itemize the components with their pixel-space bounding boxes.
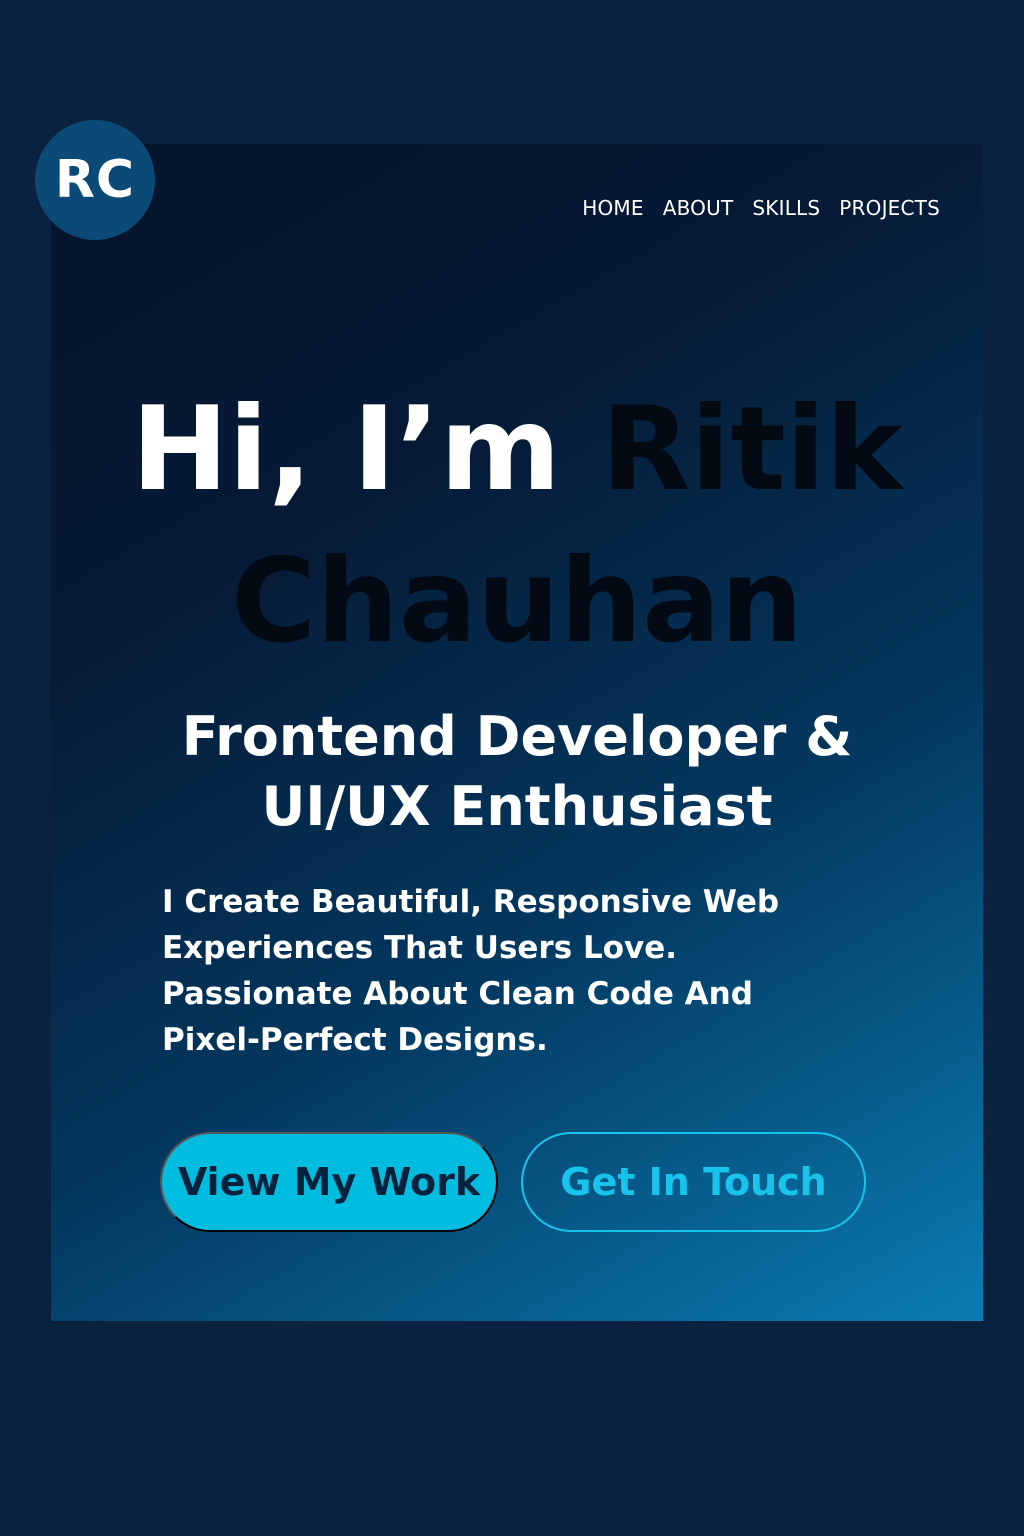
logo-badge[interactable]: RC — [35, 120, 155, 240]
logo-initials: RC — [54, 150, 136, 210]
hero-name-last: Chauhan — [230, 534, 803, 669]
view-my-work-button[interactable]: View My Work — [160, 1132, 498, 1232]
get-in-touch-label: Get In Touch — [560, 1160, 827, 1204]
view-my-work-label: View My Work — [177, 1160, 481, 1204]
nav-item-skills[interactable]: SKILLS — [752, 196, 820, 220]
get-in-touch-button[interactable]: Get In Touch — [521, 1132, 866, 1232]
nav-item-projects[interactable]: PROJECTS — [839, 196, 940, 220]
hero-greeting: Hi, I’m — [131, 382, 561, 517]
hero-subtitle: Frontend Developer & UI/UX Enthusiast — [51, 702, 983, 842]
hero-subtitle-line1: Frontend Developer & — [181, 705, 853, 768]
hero-name-first: Ritik — [601, 382, 903, 517]
hero-headline: Hi, I’m Ritik Chauhan — [51, 374, 983, 678]
main-nav: HOME ABOUT SKILLS PROJECTS — [582, 196, 940, 220]
hero-description: I Create Beautiful, Responsive Web Exper… — [162, 884, 780, 1058]
nav-item-about[interactable]: ABOUT — [663, 196, 734, 220]
hero-subtitle-line2: UI/UX Enthusiast — [261, 775, 773, 838]
nav-item-home[interactable]: HOME — [582, 196, 643, 220]
hero-section: HOME ABOUT SKILLS PROJECTS Hi, I’m Ritik… — [51, 144, 983, 1321]
